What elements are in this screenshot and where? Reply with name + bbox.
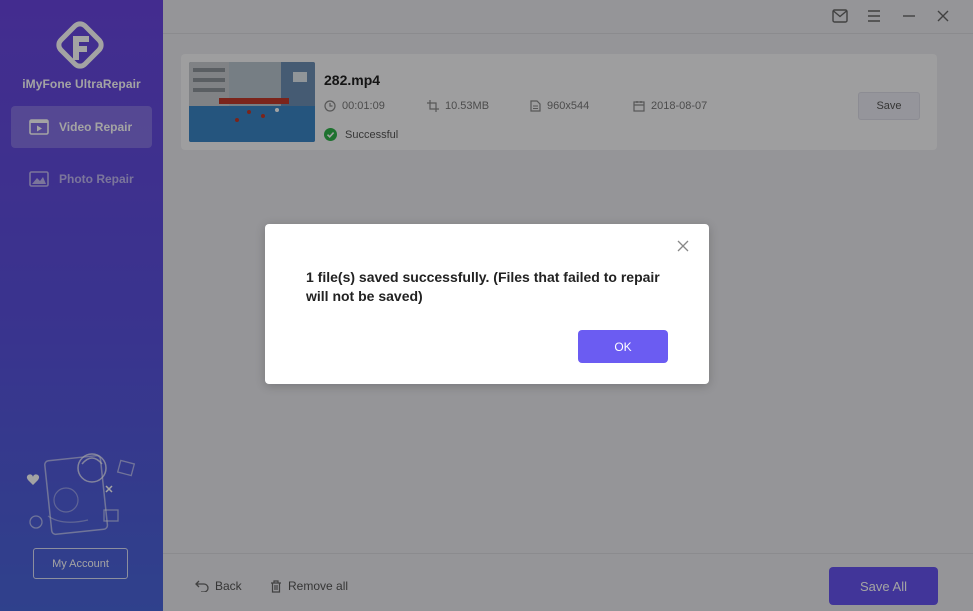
ok-button[interactable]: OK: [578, 330, 668, 363]
success-dialog: 1 file(s) saved successfully. (Files tha…: [265, 224, 709, 384]
dialog-message: 1 file(s) saved successfully. (Files tha…: [306, 269, 660, 304]
dialog-close-icon[interactable]: [675, 238, 691, 254]
